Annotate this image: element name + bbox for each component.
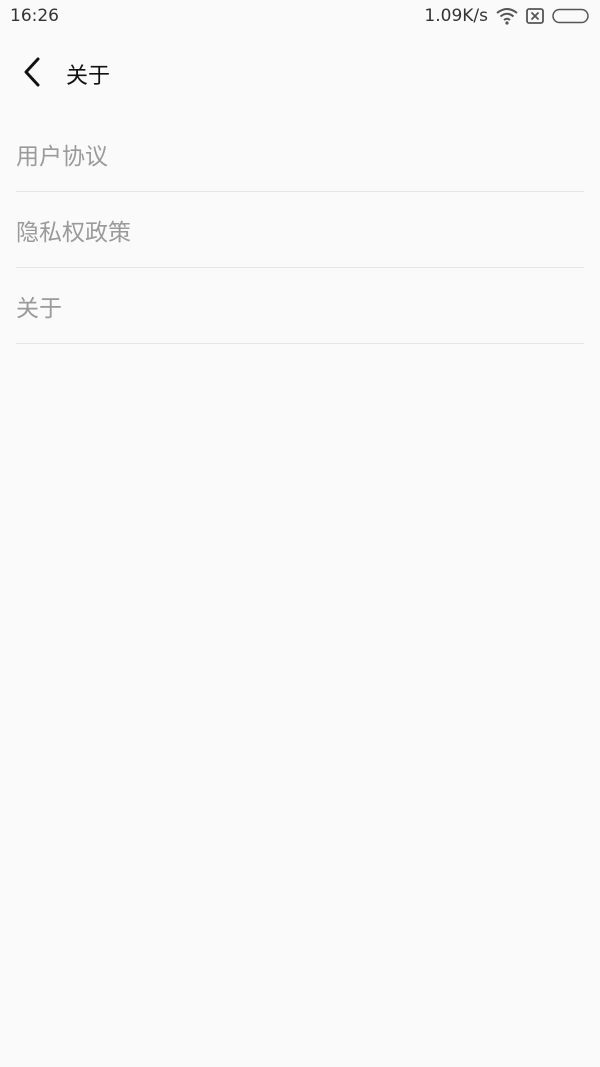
menu-item-label: 关于: [16, 295, 62, 322]
menu-item-label: 隐私权政策: [16, 219, 131, 246]
chevron-left-icon: [22, 57, 42, 91]
menu-list: 用户协议 隐私权政策 关于: [16, 116, 584, 344]
battery-icon: [552, 8, 590, 24]
menu-item-about[interactable]: 关于: [16, 268, 584, 344]
sim-x-icon: [526, 8, 544, 24]
header-bar: 关于: [0, 44, 600, 104]
back-button[interactable]: [2, 44, 62, 104]
status-indicators: 1.09K/s: [424, 6, 590, 26]
menu-item-label: 用户协议: [16, 143, 108, 170]
network-speed: 1.09K/s: [424, 6, 488, 26]
page-title: 关于: [66, 64, 111, 89]
status-time: 16:26: [10, 6, 59, 26]
menu-item-user-agreement[interactable]: 用户协议: [16, 116, 584, 192]
wifi-icon: [496, 7, 518, 25]
status-bar: 16:26 1.09K/s: [0, 0, 600, 32]
about-screen: 16:26 1.09K/s 关于 用户协议 隐私权政策 关于: [0, 0, 600, 1067]
menu-item-privacy-policy[interactable]: 隐私权政策: [16, 192, 584, 268]
